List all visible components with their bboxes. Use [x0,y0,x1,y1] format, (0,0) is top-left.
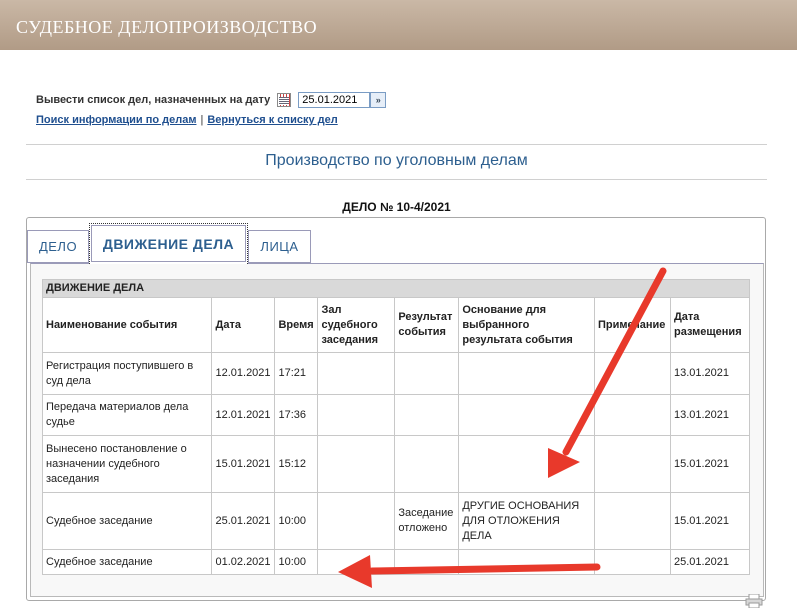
cell-event: Судебное заседание [41,549,213,575]
header-event: Наименование события [41,297,213,353]
cell-room [317,549,396,575]
nav-links: Поиск информации по делам | Вернуться к сп… [36,114,338,126]
cell-time: 10:00 [274,492,319,550]
tab-persons[interactable]: ЛИЦА [248,230,311,263]
cell-date: 01.02.2021 [211,549,276,575]
cell-date: 25.01.2021 [211,492,276,550]
cell-event: Вынесено постановление о назначении суде… [41,435,213,493]
case-number: ДЕЛО № 10-4/2021 [342,200,451,214]
calendar-icon[interactable] [277,93,292,107]
divider-bottom [26,179,767,180]
cell-posted: 13.01.2021 [669,394,751,436]
cell-time: 15:12 [274,435,319,493]
header-result: Результат события [394,297,460,353]
cell-result: Заседание отложено [394,492,460,550]
date-filter-bar: Вывести список дел, назначенных на дату … [36,92,387,108]
cell-date: 12.01.2021 [211,394,276,436]
cell-posted: 25.01.2021 [669,549,751,575]
cell-result [394,549,460,575]
cell-note [593,435,671,493]
cell-basis: ДРУГИЕ ОСНОВАНИЯ ДЛЯ ОТЛОЖЕНИЯ ДЕЛА [458,492,595,550]
date-input[interactable] [298,92,371,108]
tab-case-movement[interactable]: ДВИЖЕНИЕ ДЕЛА [89,223,248,264]
header-posted: Дата размещения [669,297,751,353]
go-arrow-icon[interactable]: » [370,92,387,108]
cell-basis [458,435,595,493]
link-separator: | [200,114,204,126]
tab-case[interactable]: ДЕЛО [27,230,89,263]
header-note: Примечание [593,297,671,353]
cell-note [593,549,671,575]
cell-time: 17:21 [274,352,319,395]
search-cases-link[interactable]: Поиск информации по делам [36,114,196,126]
table-row: Судебное заседание 25.01.2021 10:00 Засе… [41,492,751,550]
case-movement-table: ДВИЖЕНИЕ ДЕЛА Наименование события Дата … [41,279,751,575]
cell-posted: 13.01.2021 [669,352,751,395]
header-time: Время [274,297,319,353]
cell-event: Судебное заседание [41,492,213,550]
table-row: Судебное заседание 01.02.2021 10:00 25.0… [41,549,751,575]
header-room: Зал судебного заседания [317,297,396,353]
table-header-row: Наименование события Дата Время Зал суде… [41,297,751,353]
cell-room [317,435,396,493]
date-filter-label: Вывести список дел, назначенных на дату [36,94,271,106]
banner-title: СУДЕБНОЕ ДЕЛОПРОИЗВОДСТВО [16,17,318,37]
table-row: Вынесено постановление о назначении суде… [41,435,751,493]
cell-date: 15.01.2021 [211,435,276,493]
cell-time: 10:00 [274,549,319,575]
cell-time: 17:36 [274,394,319,436]
header-date: Дата [211,297,276,353]
section-title: Производство по уголовным делам [265,152,528,169]
cell-room [317,492,396,550]
table-row: Передача материалов дела судье 12.01.202… [41,394,751,436]
table-caption: ДВИЖЕНИЕ ДЕЛА [42,279,750,298]
cell-event: Передача материалов дела судье [41,394,213,436]
cell-result [394,394,460,436]
cell-note [593,492,671,550]
back-to-list-link[interactable]: Вернуться к списку дел [207,114,337,126]
cell-posted: 15.01.2021 [669,435,751,493]
cell-note [593,394,671,436]
cell-posted: 15.01.2021 [669,492,751,550]
cell-result [394,352,460,395]
header-basis: Основание для выбранного результата собы… [458,297,595,353]
cell-date: 12.01.2021 [211,352,276,395]
cell-result [394,435,460,493]
printer-icon[interactable] [745,594,763,608]
cell-room [317,394,396,436]
cell-basis [458,352,595,395]
cell-basis [458,394,595,436]
cell-basis [458,549,595,575]
page-banner: СУДЕБНОЕ ДЕЛОПРОИЗВОДСТВО [0,0,797,50]
cell-note [593,352,671,395]
cell-room [317,352,396,395]
divider-top [26,144,767,145]
cell-event: Регистрация поступившего в суд дела [41,352,213,395]
table-row: Регистрация поступившего в суд дела 12.0… [41,352,751,395]
